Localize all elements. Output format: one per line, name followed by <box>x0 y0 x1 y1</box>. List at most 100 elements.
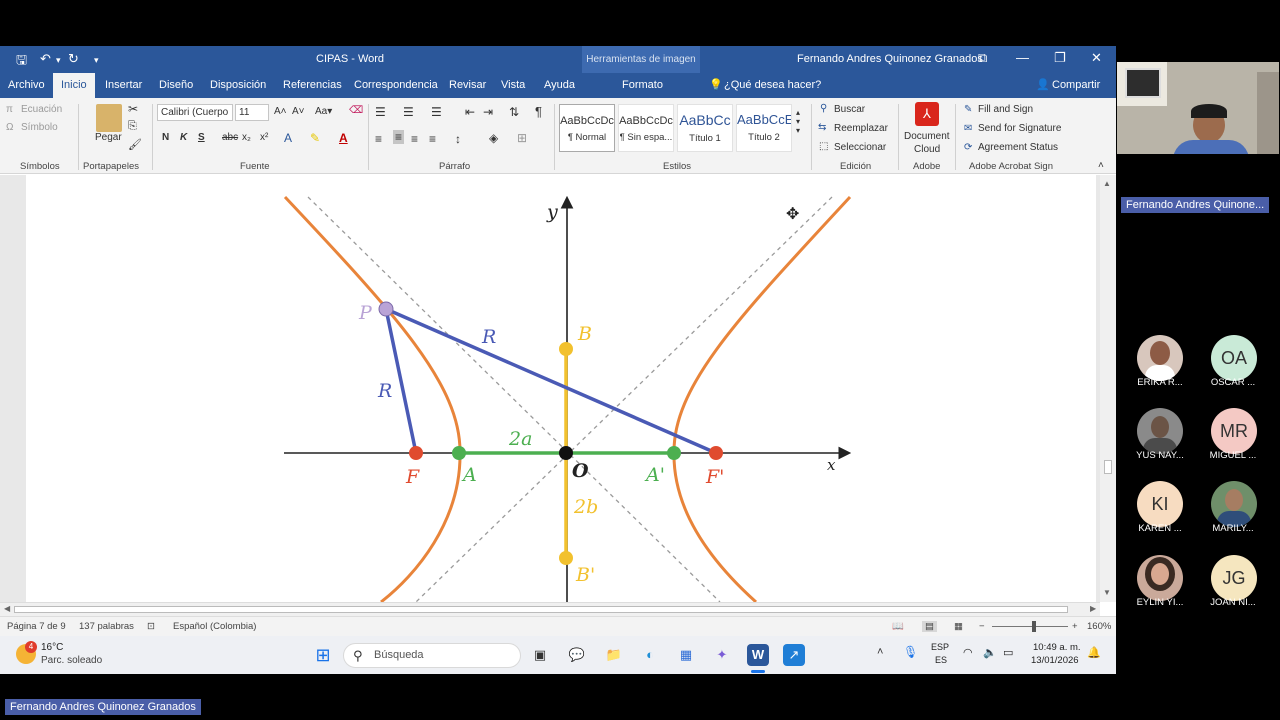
avatar[interactable]: OA <box>1211 335 1257 381</box>
undo-icon[interactable]: ↶ <box>40 51 51 67</box>
share-button[interactable]: Compartir <box>1052 73 1100 98</box>
keyboard-code[interactable]: ES <box>935 655 947 665</box>
shading-icon[interactable]: ◈ <box>489 131 498 145</box>
tell-me-box[interactable]: ¿Qué desea hacer? <box>724 73 821 98</box>
tab-correspondencia[interactable]: Correspondencia <box>354 73 438 98</box>
hyperbola-figure[interactable]: y x P R R B B' 2a 2b F A O A' F' ✥ <box>26 175 1096 602</box>
justify-icon[interactable]: ≡ <box>429 132 436 146</box>
decrease-indent-icon[interactable]: ⇤ <box>465 105 475 119</box>
vertical-scrollbar[interactable]: ▲ ▼ <box>1100 175 1116 602</box>
paste-button[interactable]: Pegar <box>95 132 122 143</box>
chat-icon[interactable]: 💬 <box>566 644 588 666</box>
avatar[interactable] <box>1137 408 1183 454</box>
chevron-up-icon[interactable]: ˄ <box>877 646 883 658</box>
borders-icon[interactable]: ⊞ <box>517 131 527 145</box>
scroll-right-icon[interactable]: ▶ <box>1090 604 1096 613</box>
tab-inicio[interactable]: Inicio <box>53 73 95 98</box>
cut-icon[interactable]: ✂ <box>128 102 138 116</box>
task-view-icon[interactable]: ▣ <box>529 644 551 666</box>
bold-button[interactable]: N <box>162 132 169 143</box>
tab-insertar[interactable]: Insertar <box>105 73 142 98</box>
tab-disposicion[interactable]: Disposición <box>210 73 266 98</box>
collapse-ribbon-icon[interactable]: ˄ <box>1098 160 1104 171</box>
battery-icon[interactable]: ▭ <box>1003 646 1013 659</box>
avatar[interactable] <box>1137 335 1183 381</box>
zoom-level[interactable]: 160% <box>1087 621 1111 632</box>
document-page[interactable]: y x P R R B B' 2a 2b F A O A' F' ✥ <box>26 175 1096 602</box>
scroll-thumb[interactable] <box>1104 460 1112 474</box>
copilot-icon[interactable]: ✦ <box>711 644 733 666</box>
superscript-button[interactable]: x² <box>260 132 268 143</box>
styles-scroll-icon[interactable]: ▴ ▾ ▾ <box>796 108 800 135</box>
multilevel-list-icon[interactable]: ☰ <box>431 105 442 119</box>
redo-icon[interactable]: ↻ <box>68 51 79 67</box>
italic-button[interactable]: K <box>180 132 187 143</box>
read-mode-icon[interactable]: 📖 <box>892 621 904 632</box>
wifi-icon[interactable]: ◠ <box>963 646 973 659</box>
minimize-icon[interactable]: — <box>1016 50 1029 65</box>
change-case-icon[interactable]: Aa▾ <box>315 106 332 117</box>
style-heading-1[interactable]: AaBbCc Título 1 <box>677 104 733 152</box>
clock-time[interactable]: 10:49 a. m. <box>1033 642 1081 653</box>
zoom-slider-thumb[interactable] <box>1032 621 1036 632</box>
line-spacing-icon[interactable]: ↕ <box>455 132 461 146</box>
tab-archivo[interactable]: Archivo <box>8 73 45 98</box>
zoom-slider-track[interactable] <box>992 626 1068 627</box>
h-scroll-thumb[interactable] <box>14 606 1068 613</box>
sort-icon[interactable]: ⇅ <box>509 105 519 119</box>
close-icon[interactable]: ✕ <box>1091 50 1102 66</box>
fill-and-sign-button[interactable]: Fill and Sign <box>978 104 1033 115</box>
restore-icon[interactable]: ❐ <box>1054 50 1066 66</box>
avatar[interactable] <box>1211 481 1257 527</box>
zoom-in-icon[interactable]: + <box>1072 621 1078 632</box>
avatar[interactable]: KI <box>1137 481 1183 527</box>
style-normal[interactable]: AaBbCcDc ¶ Normal <box>559 104 615 152</box>
notification-bell-icon[interactable]: 🔔 <box>1087 646 1101 659</box>
align-left-icon[interactable]: ≡ <box>375 132 382 146</box>
account-name[interactable]: Fernando Andres Quinonez Granados <box>797 53 983 65</box>
numbering-icon[interactable]: ☰ <box>403 105 414 119</box>
select-button[interactable]: Seleccionar <box>834 142 886 153</box>
tab-diseno[interactable]: Diseño <box>159 73 193 98</box>
language-indicator[interactable]: Español (Colombia) <box>173 621 256 632</box>
underline-button[interactable]: S <box>198 132 205 143</box>
clear-format-icon[interactable]: ⌫ <box>349 105 363 116</box>
tab-revisar[interactable]: Revisar <box>449 73 486 98</box>
proofing-icon[interactable]: ⊡ <box>147 621 155 632</box>
word-app-icon[interactable]: W <box>747 644 769 666</box>
file-explorer-icon[interactable]: 📁 <box>603 644 625 666</box>
save-icon[interactable]: 🖫 <box>16 51 27 73</box>
avatar[interactable] <box>1137 555 1183 601</box>
font-name-combo[interactable]: Calibri (Cuerpo <box>157 104 233 121</box>
equation-button[interactable]: Ecuación <box>21 104 62 115</box>
highlight-icon[interactable]: ✎ <box>310 131 320 145</box>
agreement-status-button[interactable]: Agreement Status <box>978 142 1058 153</box>
page-count[interactable]: Página 7 de 9 <box>7 621 66 632</box>
style-heading-2[interactable]: AaBbCcE Título 2 <box>736 104 792 152</box>
pilcrow-icon[interactable]: ¶ <box>535 104 542 119</box>
speaker-video[interactable] <box>1117 62 1279 154</box>
scroll-up-icon[interactable]: ▲ <box>1103 179 1111 188</box>
taskbar-search[interactable]: ⚲ Búsqueda <box>343 643 521 668</box>
store-icon[interactable]: ▦ <box>675 644 697 666</box>
web-layout-icon[interactable]: ▦ <box>954 621 963 632</box>
bullets-icon[interactable]: ☰ <box>375 105 386 119</box>
copy-icon[interactable]: ⎘ <box>128 120 137 133</box>
format-painter-icon[interactable]: 🖌 <box>128 138 142 151</box>
scroll-left-icon[interactable]: ◀ <box>4 604 10 613</box>
text-effects-icon[interactable]: A <box>284 131 292 145</box>
font-size-combo[interactable]: 11 <box>235 104 269 121</box>
find-button[interactable]: Buscar <box>834 104 865 115</box>
style-no-spacing[interactable]: AaBbCcDc ¶ Sin espa... <box>618 104 674 152</box>
edge-icon[interactable]: ◐ <box>639 644 661 666</box>
font-color-icon[interactable]: A <box>339 131 348 145</box>
symbol-button[interactable]: Símbolo <box>21 122 58 133</box>
tab-vista[interactable]: Vista <box>501 73 525 98</box>
tab-formato[interactable]: Formato <box>622 73 663 98</box>
align-center-icon[interactable]: ≡ <box>393 130 405 144</box>
zoom-out-icon[interactable]: − <box>979 621 985 632</box>
avatar[interactable]: JG <box>1211 555 1257 601</box>
send-for-signature-button[interactable]: Send for Signature <box>978 123 1061 134</box>
avatar[interactable]: MR <box>1211 408 1257 454</box>
align-right-icon[interactable]: ≡ <box>411 132 418 146</box>
